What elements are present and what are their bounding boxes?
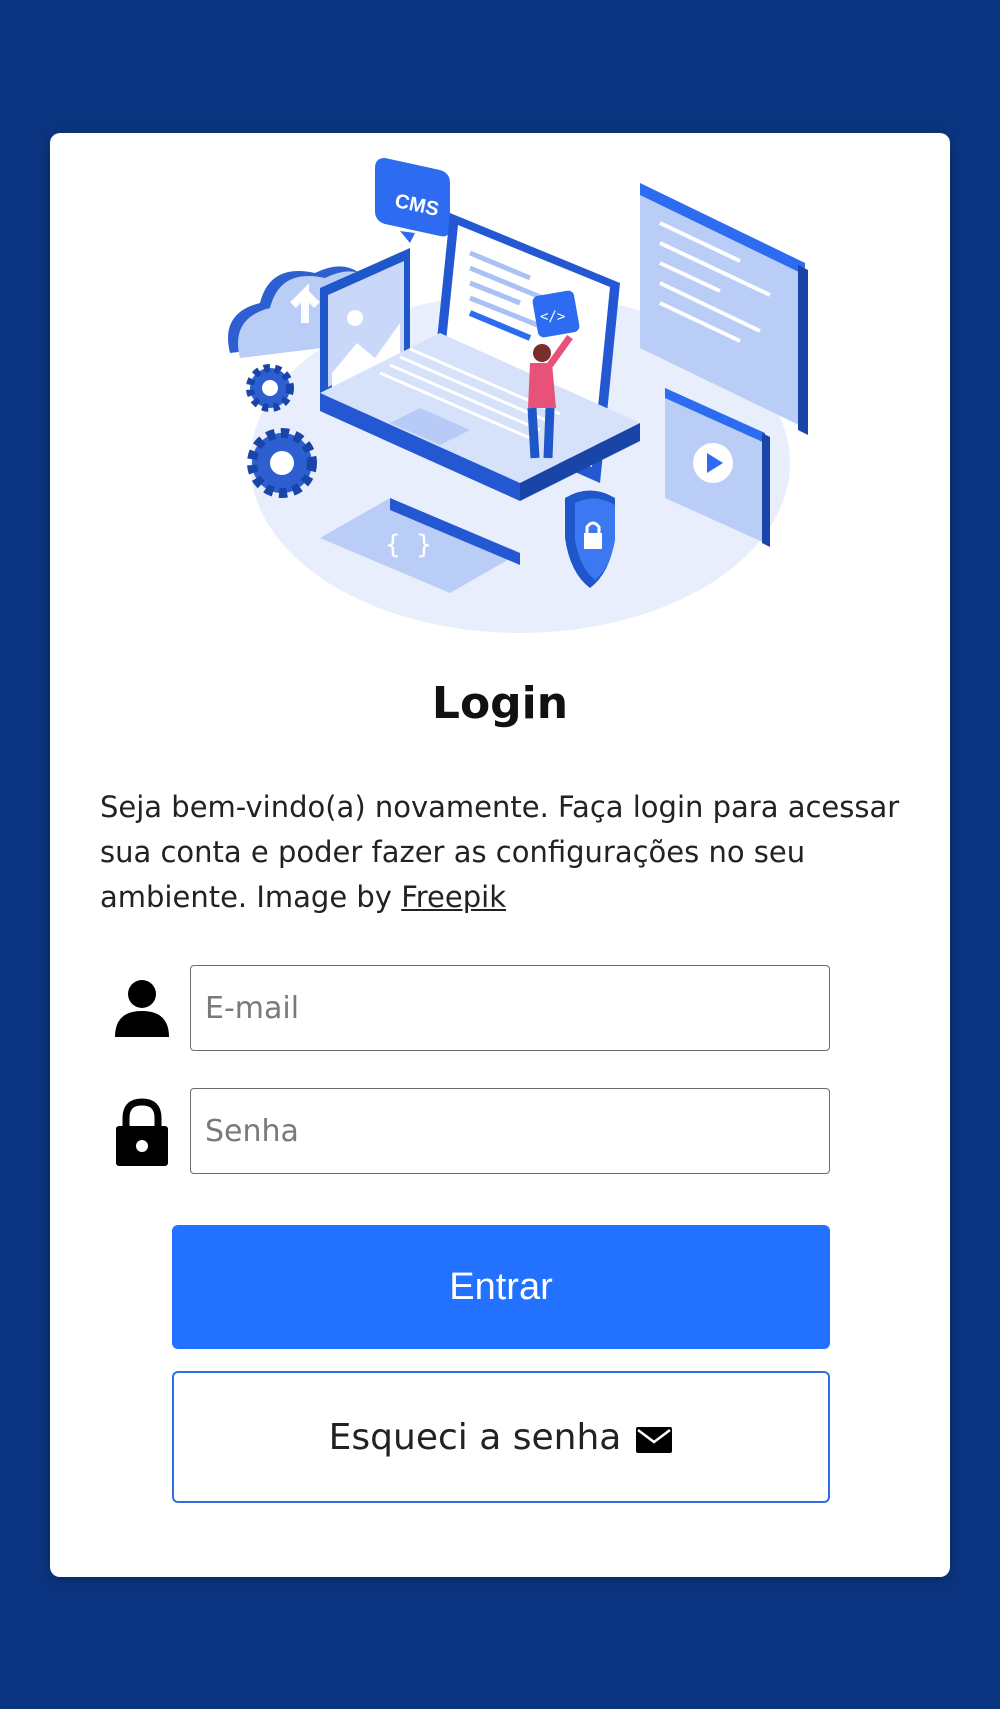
- login-card: CMS </> {} Login Seja bem-vindo(a) nova…: [50, 133, 950, 1577]
- cms-badge: CMS: [375, 158, 450, 243]
- forgot-password-label: Esqueci a senha: [328, 1416, 622, 1458]
- svg-text:{ }: { }: [385, 530, 432, 560]
- password-field[interactable]: [190, 1088, 830, 1174]
- svg-text:</>: </>: [540, 309, 565, 325]
- mail-icon: [636, 1427, 673, 1453]
- page-title: Login: [431, 678, 569, 729]
- email-row: [110, 965, 890, 1053]
- email-field[interactable]: [190, 965, 830, 1051]
- password-row: [110, 1088, 890, 1176]
- lock-icon: [116, 1098, 168, 1166]
- person-icon: [115, 980, 169, 1037]
- login-button[interactable]: Entrar: [172, 1225, 830, 1349]
- web-development-illustration: CMS </> {}: [228, 158, 808, 633]
- freepik-link[interactable]: Freepik: [401, 880, 506, 914]
- forgot-password-button[interactable]: Esqueci a senha: [172, 1371, 830, 1503]
- intro-text: Seja bem-vindo(a) novamente. Faça login …: [100, 785, 900, 920]
- code-chip: </>: [532, 290, 580, 338]
